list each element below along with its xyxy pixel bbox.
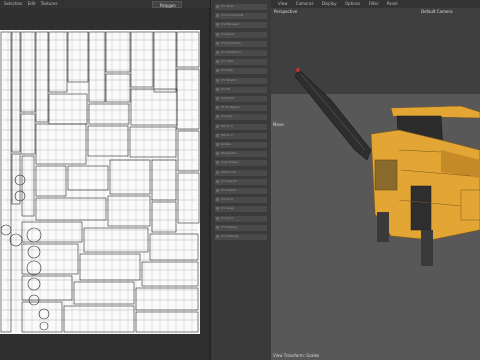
tool-label: UV Relax — [221, 31, 235, 36]
tool-icon — [216, 207, 219, 211]
tool-icon — [216, 170, 219, 174]
tool-icon — [216, 235, 219, 238]
tool-label: UV Stretch — [221, 77, 238, 82]
tool-label: Straighten — [221, 151, 237, 156]
menu-edit[interactable]: Edit — [28, 1, 36, 6]
tool-label: Rotate — [221, 142, 231, 146]
tool-icon — [216, 124, 219, 128]
uv-islands — [0, 31, 200, 333]
tool-item[interactable]: Set Pivot — [215, 96, 267, 102]
tool-item[interactable]: UV Settings — [215, 234, 267, 240]
tool-item[interactable]: UV Fit — [215, 86, 267, 93]
tool-item[interactable]: Mirror V — [215, 132, 267, 139]
tool-label: UV Manager — [221, 22, 240, 27]
tool-icon — [216, 32, 219, 36]
tool-label: UV Grid — [221, 197, 233, 202]
tool-icon — [216, 60, 219, 64]
tool-icon — [216, 198, 219, 202]
tool-label: UV Transform — [221, 50, 242, 54]
tool-item[interactable]: UV Grid — [215, 197, 267, 204]
tool-label: Mirror U — [221, 123, 233, 128]
tool-icon — [216, 14, 219, 18]
tool-label: UV Tiles — [221, 59, 234, 64]
tool-icon — [216, 216, 219, 220]
tool-label: Align Edges — [221, 160, 239, 165]
tool-item[interactable]: UV Projection — [215, 40, 267, 47]
tool-label: UV Pack — [221, 68, 234, 73]
tool-item[interactable]: UV Stretch — [215, 77, 267, 84]
tool-item[interactable]: UV Snap — [215, 206, 267, 213]
tool-icon — [216, 225, 219, 229]
viewport-3d[interactable]: View Cameras Display Options Filter Pane… — [271, 0, 480, 360]
tool-icon — [216, 97, 219, 100]
selection-mode-dropdown[interactable]: Polygon — [152, 1, 182, 8]
tool-item[interactable]: UV Seams — [215, 188, 267, 194]
tool-label: Stack UVs — [221, 169, 237, 174]
menu-selection[interactable]: Selection — [4, 1, 22, 6]
tool-item[interactable]: Align Edges — [215, 160, 267, 167]
tool-label: Fit To Region — [221, 105, 240, 110]
tool-item[interactable]: UV Islands — [215, 178, 267, 185]
uv-tools-panel: UV Tools UV Commands UV Manager UV Relax UV … — [210, 0, 272, 360]
tool-icon — [216, 51, 219, 54]
tool-icon — [216, 152, 219, 156]
uv-layout-canvas[interactable] — [0, 30, 200, 334]
road-milling-machine-model[interactable] — [271, 0, 480, 360]
tool-label: UV Snap — [221, 206, 234, 211]
tool-label: Set Pivot — [221, 96, 235, 100]
tool-icon — [216, 106, 219, 110]
tool-label: Unwrap — [221, 114, 233, 119]
tool-item[interactable]: UV Tools — [215, 4, 267, 10]
tool-item[interactable]: Unwrap — [215, 114, 267, 121]
tool-icon — [216, 189, 219, 192]
tool-item[interactable]: UV Transform — [215, 50, 267, 56]
tool-icon — [216, 5, 219, 8]
tool-label: UV Display — [221, 224, 238, 229]
tool-item[interactable]: UV Relax — [215, 31, 267, 38]
tool-label: Mirror V — [221, 132, 233, 137]
uv-editor-panel[interactable] — [0, 8, 208, 360]
menu-textures[interactable]: Textures — [41, 1, 58, 6]
tool-icon — [216, 133, 219, 137]
tool-icon — [216, 41, 219, 45]
tool-item[interactable]: Mirror U — [215, 123, 267, 130]
tool-label: UV Fit — [221, 86, 230, 91]
tool-icon — [216, 115, 219, 119]
tool-item[interactable]: UV Pack — [215, 68, 267, 75]
tool-icon — [216, 179, 219, 183]
tool-icon — [216, 161, 219, 165]
tool-item[interactable]: Straighten — [215, 151, 267, 158]
tool-item[interactable]: UV Display — [215, 224, 267, 231]
tool-item[interactable]: UV Tiles — [215, 59, 267, 66]
tool-label: UV Settings — [221, 234, 239, 238]
tool-icon — [216, 69, 219, 73]
tool-label: UV Commands — [221, 13, 244, 18]
tool-label: UV Seams — [221, 188, 237, 192]
tool-icon — [216, 78, 219, 82]
tool-label: UV Tools — [221, 4, 234, 8]
tool-label: UV Sync — [221, 215, 234, 220]
tool-item[interactable]: Fit To Region — [215, 105, 267, 112]
tool-item[interactable]: UV Manager — [215, 22, 267, 29]
tool-item[interactable]: UV Commands — [215, 13, 267, 20]
tool-icon — [216, 23, 219, 27]
tool-icon — [216, 143, 219, 146]
tool-item[interactable]: UV Sync — [215, 215, 267, 222]
tool-item[interactable]: Stack UVs — [215, 169, 267, 176]
tool-icon — [216, 87, 219, 91]
tool-item[interactable]: Rotate — [215, 142, 267, 148]
tool-label: UV Projection — [221, 40, 242, 45]
tool-label: UV Islands — [221, 178, 237, 183]
